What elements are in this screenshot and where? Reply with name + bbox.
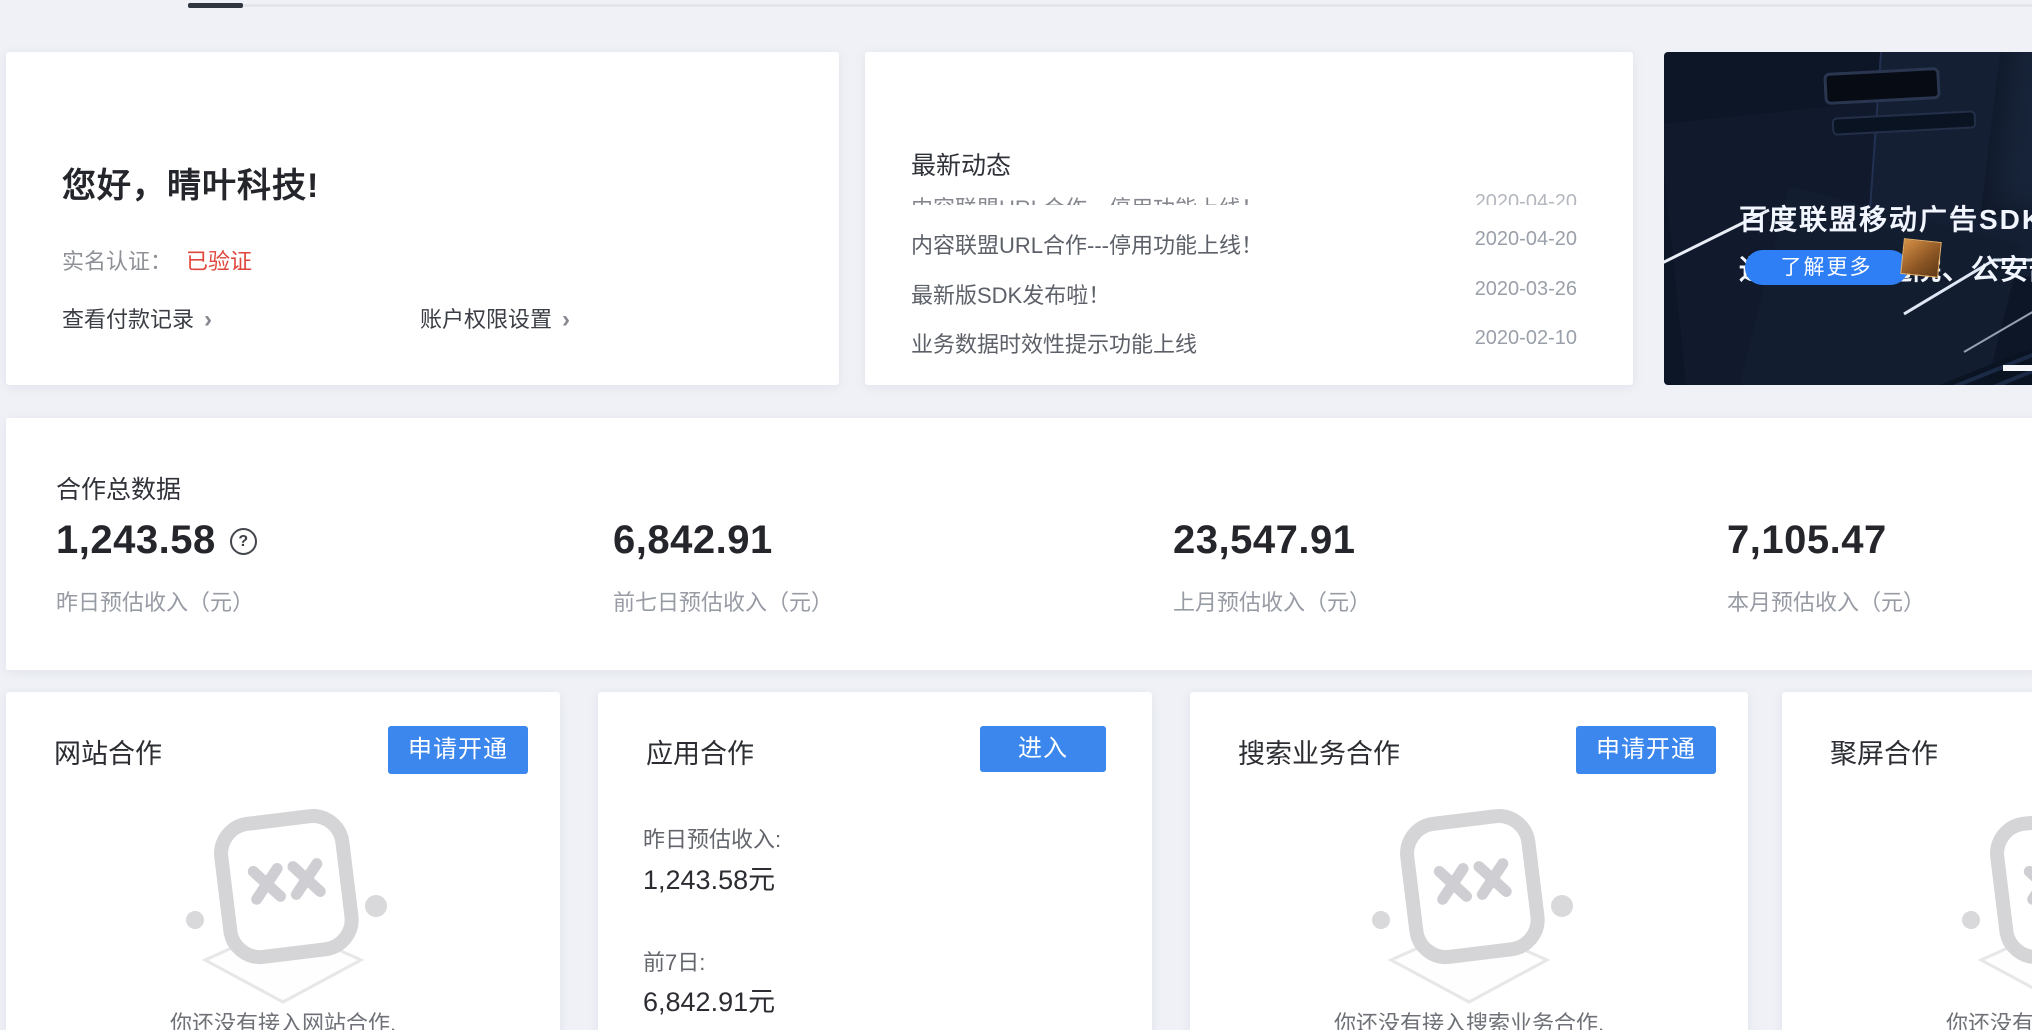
welcome-title: 您好，晴叶科技!	[62, 158, 319, 207]
banner-cube-decoration	[1900, 238, 1942, 278]
website-coop-title: 网站合作	[54, 732, 162, 771]
app-stat-label: 前7日:	[643, 945, 705, 977]
account-permission-link[interactable]: 账户权限设置›	[420, 302, 570, 334]
news-item-date: 2020-03-26	[1475, 278, 1577, 310]
apply-open-button[interactable]: 申请开通	[388, 726, 528, 774]
stat-label: 上月预估收入（元）	[1173, 585, 1693, 617]
news-item[interactable]: 业务数据时效性提示功能上线 2020-02-10	[911, 327, 1577, 357]
chevron-right-icon: ›	[562, 306, 570, 333]
screen-empty-text: 你还没有接入聚屏合作,	[1782, 1006, 2032, 1030]
apply-open-button[interactable]: 申请开通	[1576, 726, 1716, 774]
realname-status-badge: 已验证	[186, 249, 252, 274]
summary-title: 合作总数据	[56, 470, 181, 506]
stat-last-month: 23,547.91 上月预估收入（元）	[1173, 518, 1693, 617]
stat-last7days: 6,842.91 前七日预估收入（元）	[613, 518, 1133, 617]
chevron-right-icon: ›	[204, 306, 212, 333]
news-card: 最新动态 内容联盟URL合作---停用功能上线！ 2020-04-20 内容联盟…	[865, 52, 1633, 385]
stat-label: 本月预估收入（元）	[1727, 585, 2032, 617]
search-empty-text: 你还没有接入搜索业务合作,	[1190, 1006, 1748, 1030]
app-stat-value: 6,842.91元	[643, 980, 775, 1019]
stat-label: 前七日预估收入（元）	[613, 585, 1133, 617]
empty-tv-mascot-icon	[1329, 802, 1609, 1007]
search-coop-title: 搜索业务合作	[1238, 732, 1400, 771]
realname-label: 实名认证：	[62, 249, 172, 274]
stat-label: 昨日预估收入（元）	[56, 585, 576, 617]
news-item-title: 业务数据时效性提示功能上线	[911, 327, 1197, 359]
stat-this-month: 7,105.47 本月预估收入（元）	[1727, 518, 2032, 617]
news-scrolling-item: 内容联盟URL合作---停用功能上线！ 2020-04-20	[911, 192, 1577, 205]
banner-headline: 百度联盟移动广告SDK	[1739, 198, 2032, 238]
banner-bottom-dash	[2003, 365, 2032, 371]
app-coop-card: 应用合作 进入 昨日预估收入: 1,243.58元 前7日: 6,842.91元	[598, 692, 1152, 1030]
news-item-title: 内容联盟URL合作---停用功能上线！	[911, 228, 1263, 260]
enter-button[interactable]: 进入	[980, 726, 1106, 772]
app-coop-title: 应用合作	[646, 732, 754, 771]
stat-value: 1,243.58	[56, 518, 216, 562]
welcome-card: 您好，晴叶科技! 实名认证： 已验证 查看付款记录› 账户权限设置›	[6, 52, 839, 385]
active-tab-indicator[interactable]	[188, 3, 243, 8]
realname-row: 实名认证： 已验证	[62, 244, 252, 276]
website-empty-text: 你还没有接入网站合作,	[6, 1006, 560, 1030]
dashboard-page: 您好，晴叶科技! 实名认证： 已验证 查看付款记录› 账户权限设置› 最新动态 内…	[0, 0, 2032, 1030]
news-item-title: 最新版SDK发布啦！	[911, 278, 1110, 310]
news-title: 最新动态	[911, 146, 1011, 182]
empty-tv-mascot-icon	[143, 802, 423, 1007]
website-coop-card: 网站合作 申请开通 你还没有接入网站合作,	[6, 692, 560, 1030]
screen-coop-title: 聚屏合作	[1830, 732, 1938, 771]
app-stat-label: 昨日预估收入:	[643, 822, 781, 854]
news-item-date: 2020-02-10	[1475, 327, 1577, 359]
empty-tv-mascot-icon	[1919, 802, 2032, 1007]
promo-banner[interactable]: 百度联盟移动广告SDK 通过中国信通院、公安部 了解更多	[1664, 52, 2032, 385]
help-icon[interactable]: ?	[230, 528, 257, 555]
stat-yesterday: 1,243.58? 昨日预估收入（元）	[56, 518, 576, 617]
stat-value: 23,547.91	[1173, 518, 1355, 562]
payment-records-link[interactable]: 查看付款记录›	[62, 302, 212, 334]
news-item-date: 2020-04-20	[1475, 228, 1577, 260]
app-stat-value: 1,243.58元	[643, 858, 775, 897]
news-item[interactable]: 内容联盟URL合作---停用功能上线！ 2020-04-20	[911, 228, 1577, 258]
search-coop-card: 搜索业务合作 申请开通 你还没有接入搜索业务合作,	[1190, 692, 1748, 1030]
stat-value: 6,842.91	[613, 518, 773, 562]
screen-coop-card: 聚屏合作 你还没有接入聚屏合作,	[1782, 692, 2032, 1030]
learn-more-button[interactable]: 了解更多	[1745, 250, 1908, 285]
summary-section: 合作总数据 1,243.58? 昨日预估收入（元） 6,842.91 前七日预估…	[6, 418, 2032, 670]
top-divider	[243, 4, 2032, 7]
news-item[interactable]: 最新版SDK发布啦！ 2020-03-26	[911, 278, 1577, 308]
stat-value: 7,105.47	[1727, 518, 1887, 562]
